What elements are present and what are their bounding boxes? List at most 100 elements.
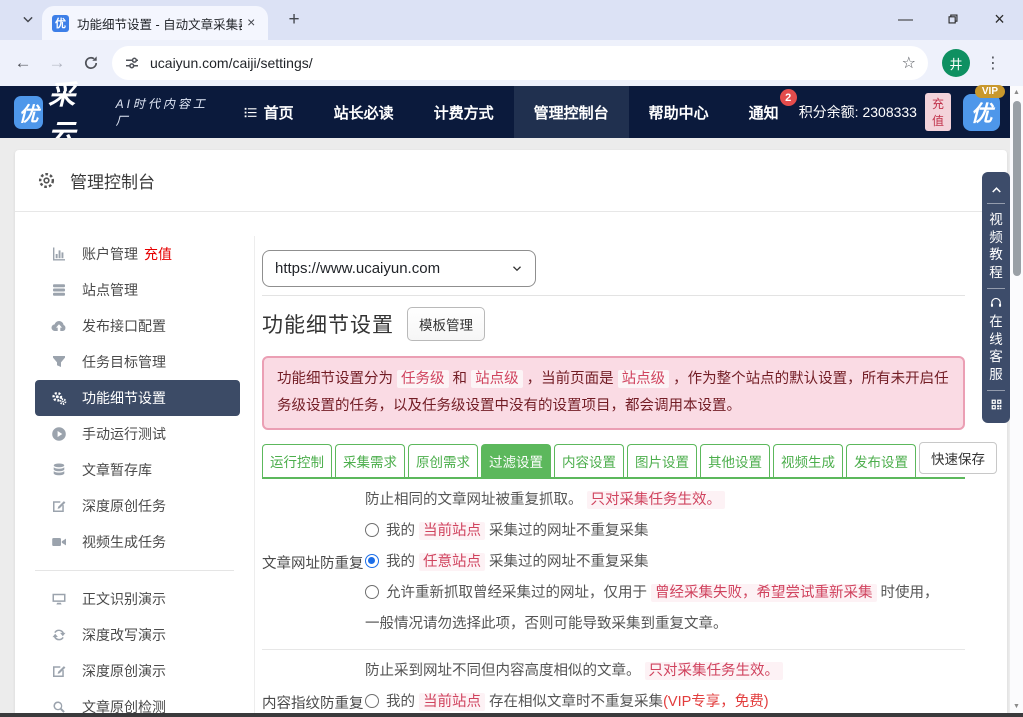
tab-发布设置[interactable]: 发布设置: [846, 444, 916, 477]
nav-item-label: 计费方式: [434, 102, 494, 123]
nav-item-帮助中心[interactable]: 帮助中心: [629, 86, 729, 138]
tab-原创需求[interactable]: 原创需求: [408, 444, 478, 477]
highlight-term: 站点级: [618, 370, 670, 388]
nav-item-站长必读[interactable]: 站长必读: [314, 86, 414, 138]
close-button[interactable]: ×: [976, 0, 1023, 38]
qr-code-icon[interactable]: [982, 398, 1010, 411]
video-tutorial-link[interactable]: 视频教程: [989, 211, 1003, 281]
tab-search-icon[interactable]: [14, 8, 42, 32]
sidebar-item-账户管理[interactable]: 账户管理充值: [35, 236, 240, 272]
sidebar-item-深度原创演示[interactable]: 深度原创演示: [35, 653, 240, 689]
tab-采集需求[interactable]: 采集需求: [335, 444, 405, 477]
radio-unchecked[interactable]: [365, 523, 379, 537]
site-select[interactable]: https://www.ucaiyun.com: [262, 250, 536, 287]
radio-unchecked[interactable]: [365, 694, 379, 708]
text: 我的: [386, 523, 419, 539]
back-icon[interactable]: ←: [6, 53, 40, 73]
highlight-term: 当前站点: [419, 522, 485, 540]
tab-其他设置[interactable]: 其他设置: [700, 444, 770, 477]
tab-视频生成[interactable]: 视频生成: [773, 444, 843, 477]
sidebar-item-任务目标管理[interactable]: 任务目标管理: [35, 344, 240, 380]
sidebar-item-手动运行测试[interactable]: 手动运行测试: [35, 416, 240, 452]
edit-icon: [51, 663, 67, 679]
site-navbar: 优 采云 AI时代内容工厂 首页站长必读计费方式管理控制台帮助中心通知2 积分余…: [0, 86, 1010, 138]
browser-profile-avatar[interactable]: 井: [942, 49, 970, 77]
radio-unchecked[interactable]: [365, 585, 379, 599]
sidebar-item-label: 深度原创演示: [82, 661, 166, 681]
template-manage-button[interactable]: 模板管理: [407, 307, 485, 341]
url-bar[interactable]: ucaiyun.com/caiji/settings/ ☆: [112, 46, 928, 80]
radio-option[interactable]: 我的 当前站点 采集过的网址不重复采集: [365, 516, 965, 547]
recharge-button[interactable]: 充值: [925, 93, 951, 131]
window-bottom-edge: [0, 713, 1023, 717]
quick-save-button[interactable]: 快速保存: [919, 442, 997, 474]
sidebar-item-视频生成任务[interactable]: 视频生成任务: [35, 524, 240, 560]
new-tab-button[interactable]: +: [282, 9, 306, 31]
text: 我的: [386, 554, 419, 570]
text: 我的: [386, 694, 419, 710]
nav-item-通知[interactable]: 通知2: [729, 86, 799, 138]
sidebar-item-label: 任务目标管理: [82, 352, 166, 372]
bar-chart-icon: [51, 246, 67, 262]
page-scrollbar[interactable]: ▲ ▼: [1010, 86, 1023, 717]
bookmark-star-icon[interactable]: ☆: [902, 53, 916, 73]
highlight-term: 只对采集任务生效。: [645, 662, 784, 680]
sidebar-item-label: 站点管理: [82, 280, 138, 300]
scroll-up-icon[interactable]: ▲: [1010, 86, 1023, 99]
scroll-down-icon[interactable]: ▼: [1010, 700, 1023, 713]
site-select-value: https://www.ucaiyun.com: [275, 260, 440, 277]
minimize-button[interactable]: —: [882, 0, 929, 38]
database-icon: [51, 462, 67, 478]
site-info-icon[interactable]: [124, 55, 140, 71]
sidebar-item-正文识别演示[interactable]: 正文识别演示: [35, 581, 240, 617]
browser-tab[interactable]: 优 功能细节设置 - 自动文章采集器 ×: [42, 6, 268, 40]
sidebar-item-深度改写演示[interactable]: 深度改写演示: [35, 617, 240, 653]
browser-menu-icon[interactable]: ⋮: [983, 53, 1003, 73]
sidebar-item-发布接口配置[interactable]: 发布接口配置: [35, 308, 240, 344]
edit-icon: [51, 498, 67, 514]
sidebar-item-站点管理[interactable]: 站点管理: [35, 272, 240, 308]
tab-图片设置[interactable]: 图片设置: [627, 444, 697, 477]
refresh-icon: [51, 627, 67, 643]
window-controls: — ×: [882, 0, 1023, 38]
nav-item-管理控制台[interactable]: 管理控制台: [514, 86, 629, 138]
tab-close-icon[interactable]: ×: [242, 14, 260, 32]
chevron-up-icon[interactable]: [982, 183, 1010, 196]
forward-icon[interactable]: →: [40, 53, 74, 73]
nav-item-label: 站长必读: [334, 102, 394, 123]
sidebar-item-功能细节设置[interactable]: 功能细节设置: [35, 380, 240, 416]
info-alert: 功能细节设置分为 任务级 和 站点级 ，当前页面是 站点级 ，作为整个站点的默认…: [262, 356, 965, 430]
tab-过滤设置[interactable]: 过滤设置: [481, 444, 551, 477]
highlight-term: 曾经采集失败，希望尝试重新采集: [651, 584, 877, 602]
url-text[interactable]: ucaiyun.com/caiji/settings/: [150, 55, 902, 71]
nav-item-label: 帮助中心: [649, 102, 709, 123]
restore-button[interactable]: [929, 0, 976, 38]
radio-option[interactable]: 允许重新抓取曾经采集过的网址，仅用于 曾经采集失败，希望尝试重新采集 时使用，: [365, 578, 965, 609]
tab-内容设置[interactable]: 内容设置: [554, 444, 624, 477]
browser-window: 优 功能细节设置 - 自动文章采集器 × + — × ← → ucaiyun.c…: [0, 0, 1023, 717]
reload-icon[interactable]: [74, 55, 108, 71]
points-balance: 积分余额: 2308333: [799, 102, 917, 122]
recharge-link[interactable]: 充值: [144, 244, 172, 264]
sidebar-item-label: 正文识别演示: [82, 589, 166, 609]
headset-icon[interactable]: [982, 296, 1010, 310]
site-logo-icon[interactable]: 优: [14, 96, 43, 129]
sidebar-item-label: 文章暂存库: [82, 460, 152, 480]
highlight-term: 只对采集任务生效。: [587, 491, 726, 509]
form-row: 内容指纹防重复防止采到网址不同但内容高度相似的文章。 只对采集任务生效。我的 当…: [262, 649, 965, 717]
divider: [987, 390, 1005, 391]
radio-checked[interactable]: [365, 554, 379, 568]
funnel-icon: [51, 354, 67, 370]
scrollbar-thumb[interactable]: [1013, 101, 1021, 276]
online-service-link[interactable]: 在线客服: [989, 313, 1003, 383]
nav-item-计费方式[interactable]: 计费方式: [414, 86, 514, 138]
text: 允许重新抓取曾经采集过的网址，仅用于: [386, 585, 651, 601]
radio-option[interactable]: 我的 任意站点 采集过的网址不重复采集: [365, 547, 965, 578]
tab-运行控制[interactable]: 运行控制: [262, 444, 332, 477]
sidebar-item-深度原创任务[interactable]: 深度原创任务: [35, 488, 240, 524]
text: 防止相同的文章网址被重复抓取。: [365, 492, 587, 508]
nav-item-首页[interactable]: 首页: [223, 86, 314, 138]
red-note: (VIP专享，免费): [663, 694, 769, 710]
user-avatar[interactable]: 优 VIP: [963, 94, 1000, 131]
sidebar-item-文章暂存库[interactable]: 文章暂存库: [35, 452, 240, 488]
